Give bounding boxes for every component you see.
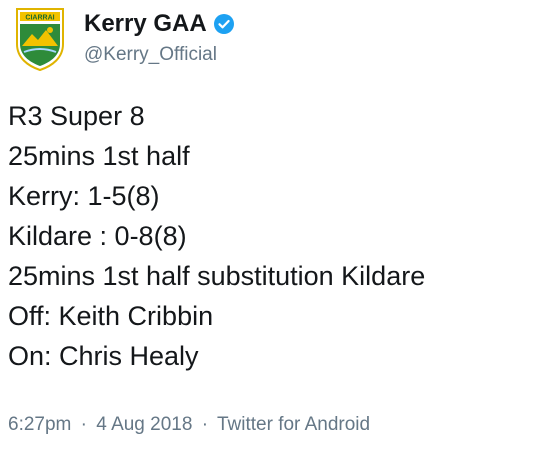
handle[interactable]: @Kerry_Official — [84, 44, 235, 66]
avatar-crest-text: CIARRAI — [25, 15, 54, 22]
meta-separator: · — [201, 414, 209, 435]
display-name[interactable]: Kerry GAA — [84, 10, 207, 38]
tweet-date[interactable]: 4 Aug 2018 — [96, 414, 192, 435]
tweet-line-off: Off: Keith Cribbin — [8, 301, 214, 331]
tweet-author: Kerry GAA @Kerry_Official — [84, 8, 235, 66]
tweet-line-on: On: Chris Healy — [8, 341, 199, 371]
tweet-meta: 6:27pm · 4 Aug 2018 · Twitter for Androi… — [8, 414, 370, 436]
tweet-text: R3 Super 8 25mins 1st half Kerry: 1-5(8)… — [8, 96, 548, 376]
tweet-timestamp[interactable]: 6:27pm — [8, 414, 71, 435]
meta-separator: · — [80, 414, 87, 435]
tweet-line-time: 25mins 1st half — [8, 141, 190, 171]
tweet-line-kildare-score: Kildare : 0-8(8) — [8, 221, 187, 251]
name-row: Kerry GAA — [84, 8, 235, 40]
tweet: CIARRAI Kerry GAA @Kerry_Official R3 Sup… — [0, 0, 550, 465]
tweet-header: CIARRAI Kerry GAA @Kerry_Official — [14, 6, 235, 76]
tweet-line-round: R3 Super 8 — [8, 101, 145, 131]
verified-check-icon[interactable] — [213, 13, 235, 35]
avatar[interactable]: CIARRAI — [14, 6, 66, 72]
tweet-line-kerry-score: Kerry: 1-5(8) — [8, 181, 160, 211]
tweet-source[interactable]: Twitter for Android — [217, 414, 370, 435]
tweet-line-substitution: 25mins 1st half substitution Kildare — [8, 261, 426, 291]
